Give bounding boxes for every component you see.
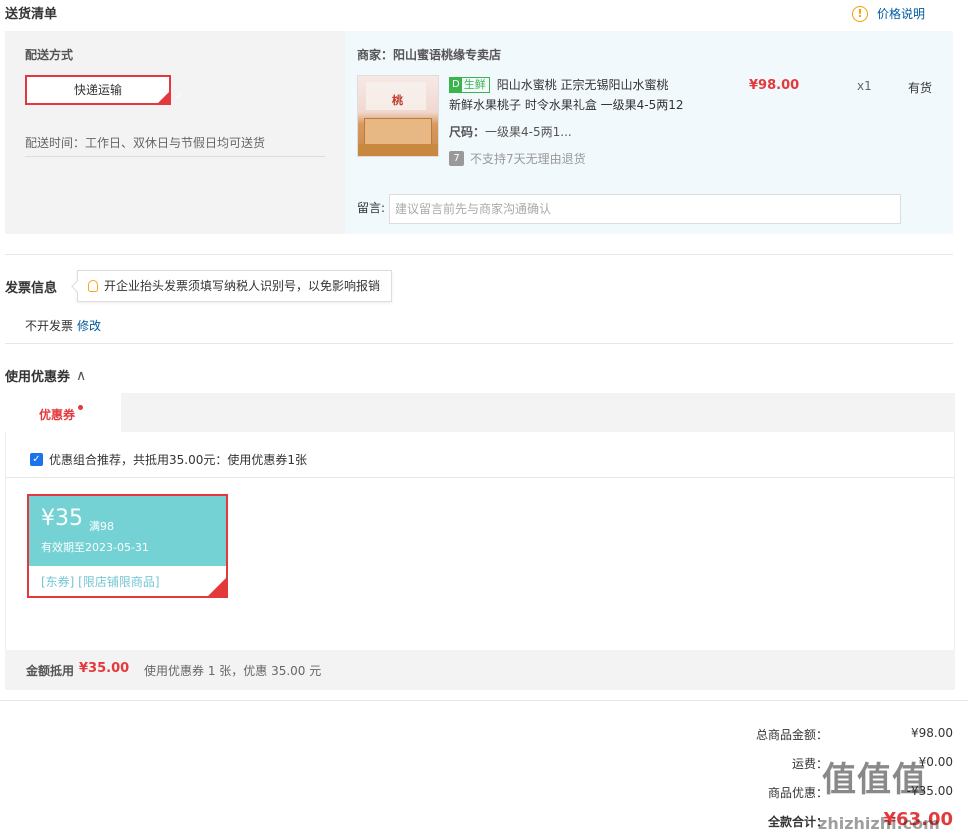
coupon-selected-check-icon: ✓ xyxy=(207,577,245,597)
shipping-divider xyxy=(25,156,325,157)
combo-checkbox[interactable]: ✓ xyxy=(30,453,43,466)
goods-total-label: 总商品金额： xyxy=(755,728,828,742)
delivery-list-title: 送货清单 xyxy=(5,7,58,22)
coupon-condition: 满98 xyxy=(89,520,114,533)
coupon-card-header: ¥35 满98 有效期至2023-05-31 xyxy=(29,496,226,566)
watermark-url: zhizhizhi.com xyxy=(818,814,940,833)
spec-value: 一级果4-5两1... xyxy=(485,125,572,139)
coupon-summary-text: 使用优惠券 1 张，优惠 35.00 元 xyxy=(144,664,322,678)
product-price: ¥98.00 xyxy=(749,78,800,93)
tab-coupons[interactable]: 优惠券 xyxy=(5,393,121,433)
lightbulb-icon xyxy=(88,280,98,292)
price-help-link[interactable]: ! 价格说明 xyxy=(852,5,925,22)
coupon-divider xyxy=(6,477,954,478)
new-dot-badge xyxy=(78,405,83,410)
section-divider xyxy=(5,254,953,255)
grand-total-label: 全款合计： xyxy=(767,815,828,829)
shipping-method-label: 配送方式 xyxy=(25,48,74,62)
invoice-edit-link[interactable]: 修改 xyxy=(77,317,101,334)
invoice-title: 发票信息 xyxy=(5,281,58,296)
selected-check-icon: ✓ xyxy=(157,91,182,104)
product-quantity: x1 xyxy=(857,79,872,93)
coupon-section-title: 使用优惠券 xyxy=(5,370,71,385)
coupon-scope: [东券] [限店铺限商品] xyxy=(41,575,160,589)
coupon-deduct-label: 金额抵用 xyxy=(26,664,75,678)
invoice-tip-text: 开企业抬头发票须填写纳税人识别号，以免影响报销 xyxy=(104,279,381,293)
no-return-text: 不支持7天无理由退货 xyxy=(470,152,586,166)
tab-coupons-label: 优惠券 xyxy=(39,408,76,422)
stock-status: 有货 xyxy=(908,81,933,95)
fresh-badge: D 生鲜 xyxy=(449,76,490,93)
watermark-logo: 值值值 xyxy=(822,760,927,800)
thumbnail-text: 桃 xyxy=(392,94,403,107)
fresh-badge-label: 生鲜 xyxy=(463,77,486,91)
coupon-tab-bar xyxy=(5,393,955,432)
fresh-leaf-icon: D xyxy=(450,77,462,92)
coupon-card[interactable]: ¥35 满98 有效期至2023-05-31 [东券] [限店铺限商品] ✓ xyxy=(27,494,245,598)
invoice-status: 不开发票 xyxy=(25,319,74,333)
chevron-up-icon: ∧ xyxy=(76,367,87,384)
no-return-icon: 7 xyxy=(449,151,464,166)
spec-label: 尺码： xyxy=(449,125,486,139)
delivery-time-text: 配送时间：工作日、双休日与节假日均可送货 xyxy=(25,136,266,150)
goods-total-value: ¥98.00 xyxy=(911,726,953,740)
remark-input[interactable] xyxy=(389,194,901,224)
coupon-deduct-amount: ¥35.00 xyxy=(79,661,130,676)
combo-recommend-option[interactable]: ✓ 优惠组合推荐，共抵用35.00元：使用优惠券1张 xyxy=(30,451,307,468)
discount-label: 商品优惠： xyxy=(767,786,828,800)
shipping-fee-label: 运费： xyxy=(791,757,828,771)
coupon-validity: 有效期至2023-05-31 xyxy=(41,541,149,554)
product-title-line1[interactable]: 阳山水蜜桃 正宗无锡阳山水蜜桃 xyxy=(497,76,669,93)
section-divider xyxy=(5,343,953,344)
info-icon: ! xyxy=(852,5,868,22)
tip-arrow xyxy=(71,280,84,293)
price-help-label: 价格说明 xyxy=(877,7,926,21)
product-thumbnail[interactable]: 桃 xyxy=(357,75,439,157)
remark-label: 留言: xyxy=(357,201,386,215)
product-title-line2[interactable]: 新鲜水果桃子 时令水果礼盒 一级果4-5两12 xyxy=(449,96,684,113)
shipping-method-option[interactable]: 快递运输 ✓ xyxy=(25,75,182,105)
coupon-section-toggle[interactable]: 使用优惠券 ∧ xyxy=(5,366,87,386)
coupon-summary-bar: 金额抵用 ¥35.00 使用优惠券 1 张，优惠 35.00 元 xyxy=(5,650,955,690)
shipping-method-value: 快递运输 xyxy=(73,83,122,97)
invoice-tip: 开企业抬头发票须填写纳税人识别号，以免影响报销 xyxy=(71,270,392,302)
combo-recommend-text: 优惠组合推荐，共抵用35.00元：使用优惠券1张 xyxy=(49,453,307,467)
section-divider xyxy=(0,700,968,701)
coupon-amount: ¥35 xyxy=(41,506,83,531)
merchant-name: 商家：阳山蜜语桃缘专卖店 xyxy=(357,48,502,62)
